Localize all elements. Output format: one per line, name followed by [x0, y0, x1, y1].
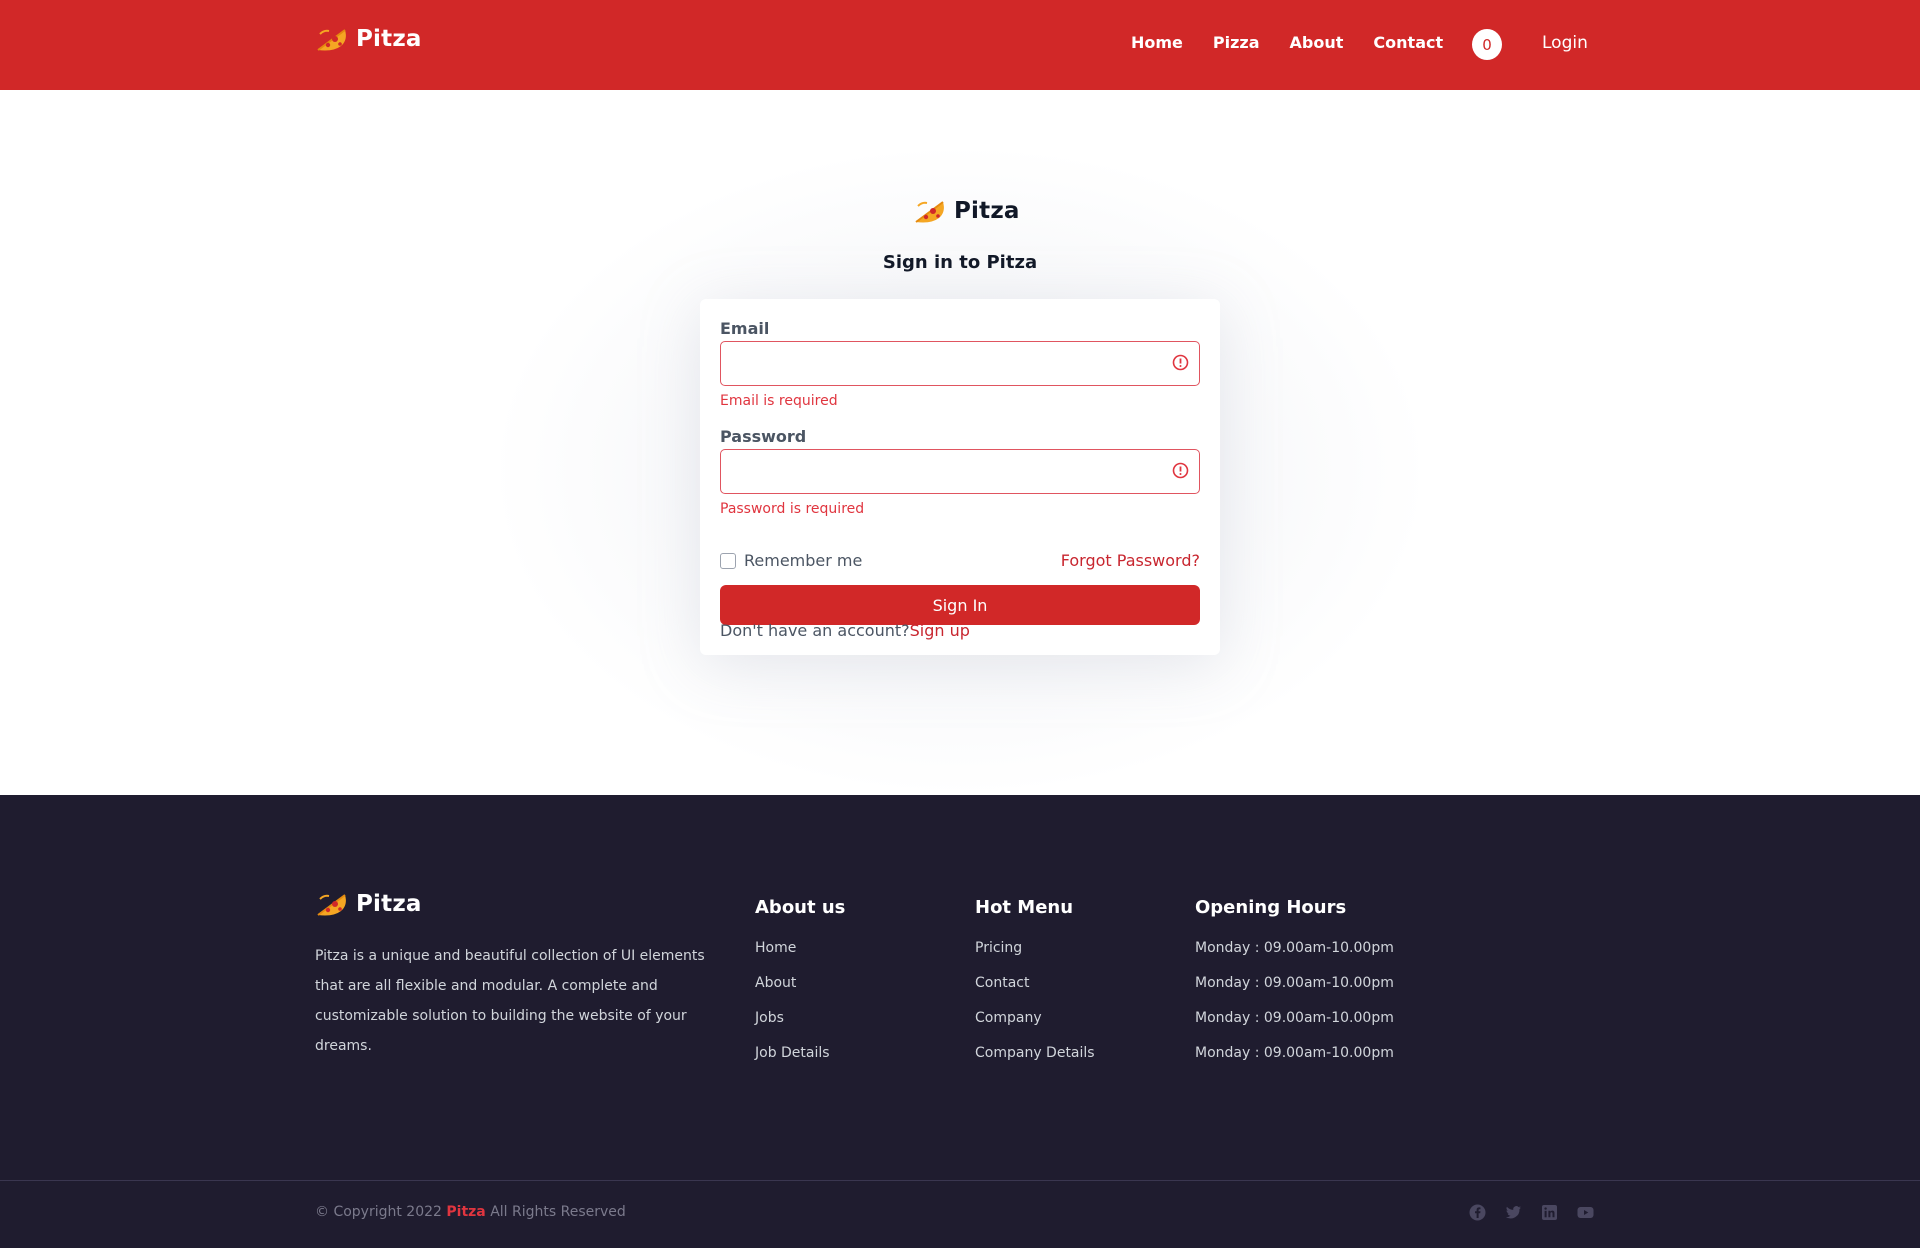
footer-link-company[interactable]: Company	[975, 1010, 1042, 1026]
copyright-text: © Copyright 2022 Pitza All Rights Reserv…	[315, 1204, 626, 1220]
password-label: Password	[720, 427, 807, 446]
cart-count-badge[interactable]: 0	[1472, 29, 1502, 60]
main-nav: Home Pizza About Contact	[1131, 33, 1473, 52]
pizza-logo-icon	[315, 891, 349, 917]
youtube-icon[interactable]	[1577, 1204, 1594, 1221]
password-field-wrapper	[720, 449, 1200, 494]
footer-column-title: About us	[755, 897, 846, 918]
site-footer: Pitza Pitza is a unique and beautiful co…	[0, 795, 1920, 1248]
footer-column-about: About us Home About Jobs Job Details	[755, 897, 845, 1078]
footer-link-company-details[interactable]: Company Details	[975, 1045, 1095, 1061]
nav-home[interactable]: Home	[1131, 33, 1183, 52]
footer-column-hot-menu: Hot Menu Pricing Contact Company Company…	[975, 897, 1095, 1078]
password-input[interactable]	[733, 451, 1173, 491]
footer-column-title: Opening Hours	[1195, 897, 1347, 918]
login-link[interactable]: Login	[1542, 33, 1588, 53]
brand-name: Pitza	[356, 26, 422, 52]
error-circle-icon	[1172, 354, 1189, 375]
opening-hours-item: Monday : 09.00am-10.00pm	[1195, 1045, 1394, 1061]
sign-in-button[interactable]: Sign In	[720, 585, 1200, 625]
site-header: Pitza Home Pizza About Contact 0 Login	[0, 0, 1920, 90]
email-input[interactable]	[733, 343, 1173, 383]
remember-me-row: Remember me	[720, 551, 862, 570]
copyright-prefix: © Copyright 2022	[315, 1204, 442, 1220]
email-error-message: Email is required	[720, 393, 838, 409]
sign-up-link[interactable]: Sign up	[910, 621, 970, 640]
nav-about[interactable]: About	[1290, 33, 1344, 52]
footer-divider	[0, 1180, 1920, 1181]
footer-link-pricing[interactable]: Pricing	[975, 940, 1022, 956]
header-brand[interactable]: Pitza	[315, 26, 422, 52]
pizza-logo-icon	[913, 198, 947, 224]
remember-me-checkbox[interactable]	[720, 552, 736, 569]
signin-brand: Pitza	[913, 198, 1020, 224]
nav-contact[interactable]: Contact	[1373, 33, 1443, 52]
copyright-brand[interactable]: Pitza	[446, 1204, 485, 1220]
linkedin-icon[interactable]	[1541, 1204, 1558, 1221]
error-circle-icon	[1172, 462, 1189, 483]
signup-prompt: Don't have an account?Sign up	[720, 621, 970, 640]
footer-brand[interactable]: Pitza	[315, 891, 422, 917]
email-label: Email	[720, 319, 770, 338]
no-account-text: Don't have an account?	[720, 621, 910, 640]
footer-column-opening-hours: Opening Hours Monday : 09.00am-10.00pm M…	[1195, 897, 1394, 1078]
signin-title: Sign in to Pitza	[882, 252, 1038, 273]
brand-name: Pitza	[356, 891, 422, 917]
social-links	[1469, 1204, 1594, 1221]
opening-hours-item: Monday : 09.00am-10.00pm	[1195, 940, 1394, 956]
email-field-wrapper	[720, 341, 1200, 386]
facebook-icon[interactable]	[1469, 1204, 1486, 1221]
pizza-logo-icon	[315, 26, 349, 52]
footer-description: Pitza is a unique and beautiful collecti…	[315, 948, 705, 1054]
footer-link-about[interactable]: About	[755, 975, 796, 991]
brand-name: Pitza	[954, 198, 1020, 224]
nav-pizza[interactable]: Pizza	[1213, 33, 1260, 52]
remember-me-label[interactable]: Remember me	[744, 551, 862, 570]
footer-link-job-details[interactable]: Job Details	[755, 1045, 830, 1061]
footer-column-title: Hot Menu	[975, 897, 1074, 918]
signin-form-card: Email Email is required Password Passwor…	[700, 299, 1220, 655]
signin-section: Pitza Sign in to Pitza Email Email is re…	[0, 90, 1920, 795]
footer-link-jobs[interactable]: Jobs	[755, 1010, 784, 1026]
footer-link-contact[interactable]: Contact	[975, 975, 1029, 991]
opening-hours-item: Monday : 09.00am-10.00pm	[1195, 975, 1394, 991]
opening-hours-item: Monday : 09.00am-10.00pm	[1195, 1010, 1394, 1026]
password-error-message: Password is required	[720, 501, 865, 517]
twitter-icon[interactable]	[1505, 1204, 1522, 1221]
footer-link-home[interactable]: Home	[755, 940, 796, 956]
forgot-password-link[interactable]: Forgot Password?	[1061, 551, 1200, 570]
copyright-suffix: All Rights Reserved	[490, 1204, 626, 1220]
